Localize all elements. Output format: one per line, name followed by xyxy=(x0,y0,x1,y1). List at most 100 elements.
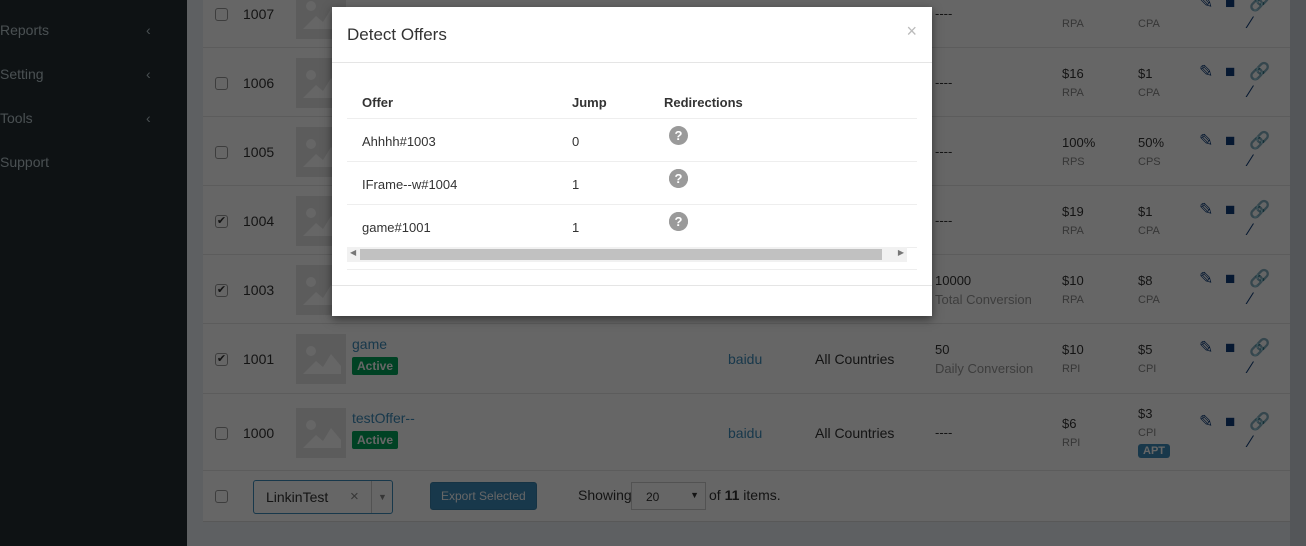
row-checkbox[interactable] xyxy=(215,76,228,90)
dropdown-arrow-icon[interactable]: ▼ xyxy=(371,481,393,513)
scroll-left-icon[interactable]: ◀ xyxy=(350,248,356,257)
scrollbar-thumb[interactable] xyxy=(360,249,882,260)
row-checkbox[interactable] xyxy=(215,7,228,21)
edit-icon[interactable]: ✎ xyxy=(1199,339,1213,357)
cap: ---- xyxy=(935,213,952,228)
modal-header: Detect Offers × xyxy=(332,7,932,63)
edit-icon[interactable]: ✎ xyxy=(1199,269,1213,288)
cost-value: $8 xyxy=(1138,272,1153,288)
items-label: items. xyxy=(743,487,781,503)
table-footer: LinkinTest × ▼ Export Selected Showing 2… xyxy=(203,470,1290,520)
revenue-value: $10 xyxy=(1062,342,1084,357)
sidebar-item-tools[interactable]: Tools ‹ xyxy=(0,103,187,133)
edit-icon[interactable]: ✎ xyxy=(1199,62,1213,81)
copy-icon[interactable]: ■ xyxy=(1225,131,1235,150)
offer-id: 1001 xyxy=(243,351,275,367)
cap-type: Daily Conversion xyxy=(935,361,1034,376)
link-icon[interactable]: 🔗 xyxy=(1249,200,1270,219)
select-all-checkbox[interactable] xyxy=(215,490,228,503)
clear-icon[interactable]: × xyxy=(350,488,359,505)
offer-id: 1004 xyxy=(243,212,275,229)
magic-wand-icon[interactable]: ⁄ xyxy=(1249,151,1252,170)
sidebar-item-label: Reports xyxy=(0,22,50,38)
link-icon[interactable]: 🔗 xyxy=(1249,269,1270,288)
offer-image xyxy=(296,334,346,384)
cost-value: $5 xyxy=(1138,342,1153,357)
copy-icon[interactable]: ■ xyxy=(1225,339,1235,357)
offer-name-link[interactable]: testOffer-- xyxy=(352,410,415,426)
sidebar-item-reports[interactable]: Reports ‹ xyxy=(0,15,187,45)
magic-wand-icon[interactable]: ⁄ xyxy=(1249,289,1252,308)
cap: 10000 Total Conversion xyxy=(935,273,1032,307)
scrollbar-track[interactable] xyxy=(1290,0,1306,546)
advertiser-select[interactable]: LinkinTest × ▼ xyxy=(253,480,393,514)
detect-offers-modal: Detect Offers × Offer Jump Redirections … xyxy=(332,7,932,316)
magic-wand-icon[interactable]: ⁄ xyxy=(1249,220,1252,239)
magic-wand-icon[interactable]: ⁄ xyxy=(1249,13,1252,32)
offer-name-link[interactable]: game xyxy=(352,336,387,352)
row-checkbox[interactable]: ✔ xyxy=(215,353,228,366)
chevron-left-icon: ‹ xyxy=(146,66,151,82)
of-label: of xyxy=(709,487,721,503)
table-row: game#10011?➜? xyxy=(347,205,917,248)
link-icon[interactable]: 🔗 xyxy=(1249,0,1270,12)
table-row: IFrame--w#10041?➜? xyxy=(347,162,917,205)
cap-value: ---- xyxy=(935,212,953,228)
advertiser-link[interactable]: baidu xyxy=(728,351,762,367)
cost: $3 CPI APT xyxy=(1138,406,1170,458)
row-actions: ✎ ■ 🔗 ⁄ xyxy=(1199,268,1270,308)
revenue-type: RPI xyxy=(1062,363,1081,375)
link-icon[interactable]: 🔗 xyxy=(1249,339,1270,357)
row-checkbox[interactable] xyxy=(215,426,228,440)
revenue: $10 RPI xyxy=(1062,342,1087,375)
copy-icon[interactable]: ■ xyxy=(1225,0,1235,12)
edit-icon[interactable]: ✎ xyxy=(1199,131,1213,150)
row-actions: ✎ ■ 🔗 ⁄ xyxy=(1199,130,1270,170)
row-actions: ✎ ■ 🔗 ⁄ xyxy=(1199,337,1270,377)
revenue: RPA xyxy=(1062,0,1084,30)
page-size-select[interactable]: 20 ▼ xyxy=(631,482,706,510)
horizontal-scrollbar[interactable]: ◀ ▶ xyxy=(347,247,907,262)
edit-icon[interactable]: ✎ xyxy=(1199,200,1213,219)
apt-badge: APT xyxy=(1138,443,1170,458)
link-icon[interactable]: 🔗 xyxy=(1249,412,1270,431)
column-header-redirections: Redirections xyxy=(664,95,743,110)
row-checkbox[interactable]: ✔ xyxy=(215,283,228,297)
revenue-type: RPA xyxy=(1062,17,1084,30)
sidebar: Reports ‹ Setting ‹ Tools ‹ Support xyxy=(0,0,187,546)
sidebar-item-support[interactable]: Support xyxy=(0,147,187,177)
magic-wand-icon[interactable]: ⁄ xyxy=(1249,359,1252,377)
copy-icon[interactable]: ■ xyxy=(1225,62,1235,81)
scroll-right-icon[interactable]: ▶ xyxy=(898,248,904,257)
jump-count: 0 xyxy=(572,134,580,149)
offer-id: 1003 xyxy=(243,281,275,298)
table-row: ✔ 1001 game Active baidu All Countries 50 Daily… xyxy=(203,323,1290,393)
magic-wand-icon[interactable]: ⁄ xyxy=(1249,82,1252,101)
sidebar-item-setting[interactable]: Setting ‹ xyxy=(0,59,187,89)
cap-value: ---- xyxy=(935,424,953,440)
row-checkbox[interactable]: ✔ xyxy=(215,214,228,228)
showing-label: Showing xyxy=(578,487,632,503)
advertiser-link[interactable]: baidu xyxy=(728,425,762,441)
question-icon: ? xyxy=(669,212,688,231)
edit-icon[interactable]: ✎ xyxy=(1199,0,1213,12)
cost: $5 CPI xyxy=(1138,342,1156,375)
export-selected-button[interactable]: Export Selected xyxy=(430,482,537,510)
countries: All Countries xyxy=(815,351,895,367)
link-icon[interactable]: 🔗 xyxy=(1249,62,1270,81)
magic-wand-icon[interactable]: ⁄ xyxy=(1249,432,1252,451)
items-count: of 11 items. xyxy=(709,487,781,503)
row-checkbox[interactable] xyxy=(215,145,228,159)
revenue-value: $19 xyxy=(1062,203,1084,219)
row-actions: ✎ ■ 🔗 ⁄ xyxy=(1199,411,1270,451)
copy-icon[interactable]: ■ xyxy=(1225,200,1235,219)
jump-count: 1 xyxy=(572,177,580,192)
cap-value: 50 xyxy=(935,342,950,357)
close-icon[interactable]: × xyxy=(906,21,917,42)
copy-icon[interactable]: ■ xyxy=(1225,412,1235,431)
link-icon[interactable]: 🔗 xyxy=(1249,131,1270,150)
edit-icon[interactable]: ✎ xyxy=(1199,412,1213,431)
copy-icon[interactable]: ■ xyxy=(1225,269,1235,288)
cap: ---- xyxy=(935,144,952,159)
revenue: $6 RPI xyxy=(1062,416,1080,449)
